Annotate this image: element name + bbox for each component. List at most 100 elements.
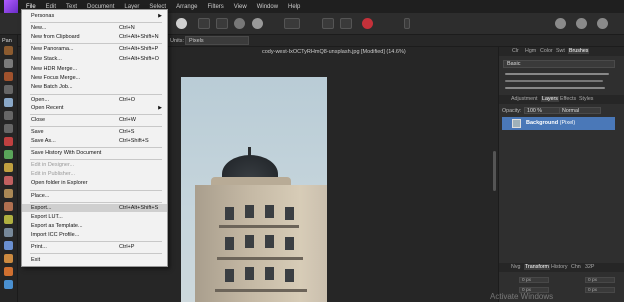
quick-mask-icon[interactable]: [322, 18, 334, 29]
tab-color[interactable]: Color: [540, 48, 553, 54]
current-tool-label: Pan: [2, 38, 12, 44]
opacity-field[interactable]: 100 %: [524, 107, 560, 114]
tab-32p[interactable]: 32P: [585, 264, 594, 270]
tab-layers[interactable]: Layers: [541, 96, 559, 102]
auto-colors-icon[interactable]: [252, 18, 263, 29]
dodge-brush-icon[interactable]: [4, 189, 13, 198]
photo-window: [265, 205, 274, 218]
layer-row-background[interactable]: Background (Pixel): [502, 117, 615, 130]
gradient-tool-icon[interactable]: [4, 150, 13, 159]
color-panel-tabs: Clr Hgm Color Swt Brushes: [499, 47, 624, 56]
menu-window[interactable]: Window: [257, 4, 278, 10]
tab-swt[interactable]: Swt: [556, 48, 565, 54]
selection-brush-icon[interactable]: [4, 98, 13, 107]
develop-persona-icon[interactable]: [176, 18, 187, 29]
tab-history[interactable]: History: [551, 264, 567, 270]
photo-window: [285, 269, 294, 282]
document-photo[interactable]: [181, 77, 327, 302]
marquee-tool-icon[interactable]: [4, 111, 13, 120]
menu-item-open-recent[interactable]: Open Recent ▶: [22, 104, 167, 112]
histogram-icon[interactable]: [198, 18, 210, 29]
document-tab[interactable]: cody-west-IxOCTyRHmQ8-unsplash.jpg [Modi…: [262, 49, 406, 55]
menu-separator: [30, 22, 162, 23]
brush-color-icon[interactable]: [362, 18, 373, 29]
menu-item-new-hdr-merge[interactable]: New HDR Merge...: [22, 65, 167, 73]
refine-icon[interactable]: [340, 18, 352, 29]
menu-item-place[interactable]: Place...: [22, 192, 167, 200]
units-label: Units:: [170, 38, 185, 44]
insert-target-icon[interactable]: [404, 18, 410, 29]
menu-arrange[interactable]: Arrange: [176, 4, 197, 10]
arrange-icon[interactable]: [555, 18, 566, 29]
menu-item-new-batch-job[interactable]: New Batch Job...: [22, 83, 167, 91]
pen-tool-icon[interactable]: [4, 241, 13, 250]
shape-tool-icon[interactable]: [4, 254, 13, 263]
move-tool-icon[interactable]: [4, 59, 13, 68]
menu-item-export-as-template[interactable]: Export as Template...: [22, 222, 167, 230]
menu-item-new-panorama[interactable]: New Panorama... Ctrl+Alt+Shift+P: [22, 45, 167, 53]
affinity-photo-logo: [4, 0, 18, 13]
menu-item-exit[interactable]: Exit: [22, 256, 167, 264]
brush-preview[interactable]: [505, 80, 603, 82]
app-window: File Edit Text Document Layer Select Arr…: [0, 0, 624, 302]
menu-item-personas[interactable]: Personas ▶: [22, 12, 167, 20]
menu-item-save-history[interactable]: Save History With Document: [22, 149, 167, 157]
tab-hgm[interactable]: Hgm: [525, 48, 536, 54]
crop-tool-icon[interactable]: [4, 85, 13, 94]
menu-item-export[interactable]: Export... Ctrl+Alt+Shift+S: [22, 204, 167, 212]
transform-h-field[interactable]: 0 px: [585, 287, 615, 293]
transform-w-field[interactable]: 0 px: [585, 277, 615, 283]
brush-preview[interactable]: [505, 87, 605, 89]
tab-transform[interactable]: Transform: [524, 264, 550, 270]
menu-item-save[interactable]: Save Ctrl+S: [22, 128, 167, 136]
erase-brush-icon[interactable]: [4, 176, 13, 185]
freehand-selection-icon[interactable]: [4, 124, 13, 133]
snapping-icon[interactable]: [576, 18, 587, 29]
blend-mode-dropdown[interactable]: Normal: [559, 107, 601, 114]
color-swatch-icon[interactable]: [4, 280, 13, 289]
retouch-icon[interactable]: [4, 215, 13, 224]
blur-brush-icon[interactable]: [4, 228, 13, 237]
color-picker-icon[interactable]: [4, 72, 13, 81]
menu-item-new[interactable]: New... Ctrl+N: [22, 24, 167, 32]
brush-category-dropdown[interactable]: Basic: [503, 60, 615, 68]
menu-item-new-stack[interactable]: New Stack... Ctrl+Alt+Shift+O: [22, 55, 167, 63]
text-tool-icon[interactable]: [4, 267, 13, 276]
transform-x-field[interactable]: 0 px: [519, 277, 549, 283]
auto-levels-icon[interactable]: [216, 18, 228, 29]
right-panel-studio: Clr Hgm Color Swt Brushes Basic Adjustme…: [498, 47, 624, 302]
view-tool-icon[interactable]: [4, 46, 13, 55]
menu-separator: [30, 253, 162, 254]
paint-brush-icon[interactable]: [4, 163, 13, 172]
photo-window: [245, 235, 254, 248]
tab-clr[interactable]: Clr: [512, 48, 519, 54]
menu-item-new-from-clipboard[interactable]: New from Clipboard Ctrl+Alt+Shift+N: [22, 33, 167, 41]
auto-contrast-icon[interactable]: [234, 18, 245, 29]
units-dropdown[interactable]: Pixels: [185, 36, 249, 45]
menu-item-close[interactable]: Close Ctrl+W: [22, 116, 167, 124]
menu-item-import-icc-profile[interactable]: Import ICC Profile...: [22, 231, 167, 239]
selection-mode-icon[interactable]: [284, 18, 300, 29]
assistant-icon[interactable]: [597, 18, 608, 29]
menu-filters[interactable]: Filters: [207, 4, 223, 10]
photo-window: [265, 267, 274, 280]
menu-item-open-folder[interactable]: Open folder in Explorer: [22, 179, 167, 187]
photo-window: [245, 205, 254, 218]
tab-brushes[interactable]: Brushes: [568, 48, 590, 54]
menu-item-print[interactable]: Print... Ctrl+P: [22, 243, 167, 251]
menu-item-export-lut[interactable]: Export LUT...: [22, 213, 167, 221]
clone-brush-icon[interactable]: [4, 202, 13, 211]
menu-item-save-as[interactable]: Save As... Ctrl+Shift+S: [22, 137, 167, 145]
flood-fill-icon[interactable]: [4, 137, 13, 146]
tab-effects[interactable]: Effects: [560, 96, 576, 102]
menu-help[interactable]: Help: [288, 4, 300, 10]
tab-adjustment[interactable]: Adjustment: [511, 96, 538, 102]
tab-channels[interactable]: Chn: [571, 264, 581, 270]
menu-item-new-focus-merge[interactable]: New Focus Merge...: [22, 74, 167, 82]
menu-view[interactable]: View: [234, 4, 247, 10]
tab-styles[interactable]: Styles: [579, 96, 593, 102]
menu-item-open[interactable]: Open... Ctrl+O: [22, 96, 167, 104]
tab-navigator[interactable]: Nvg: [511, 264, 520, 270]
brush-preview[interactable]: [505, 73, 609, 75]
canvas-scrollbar[interactable]: [493, 151, 496, 191]
